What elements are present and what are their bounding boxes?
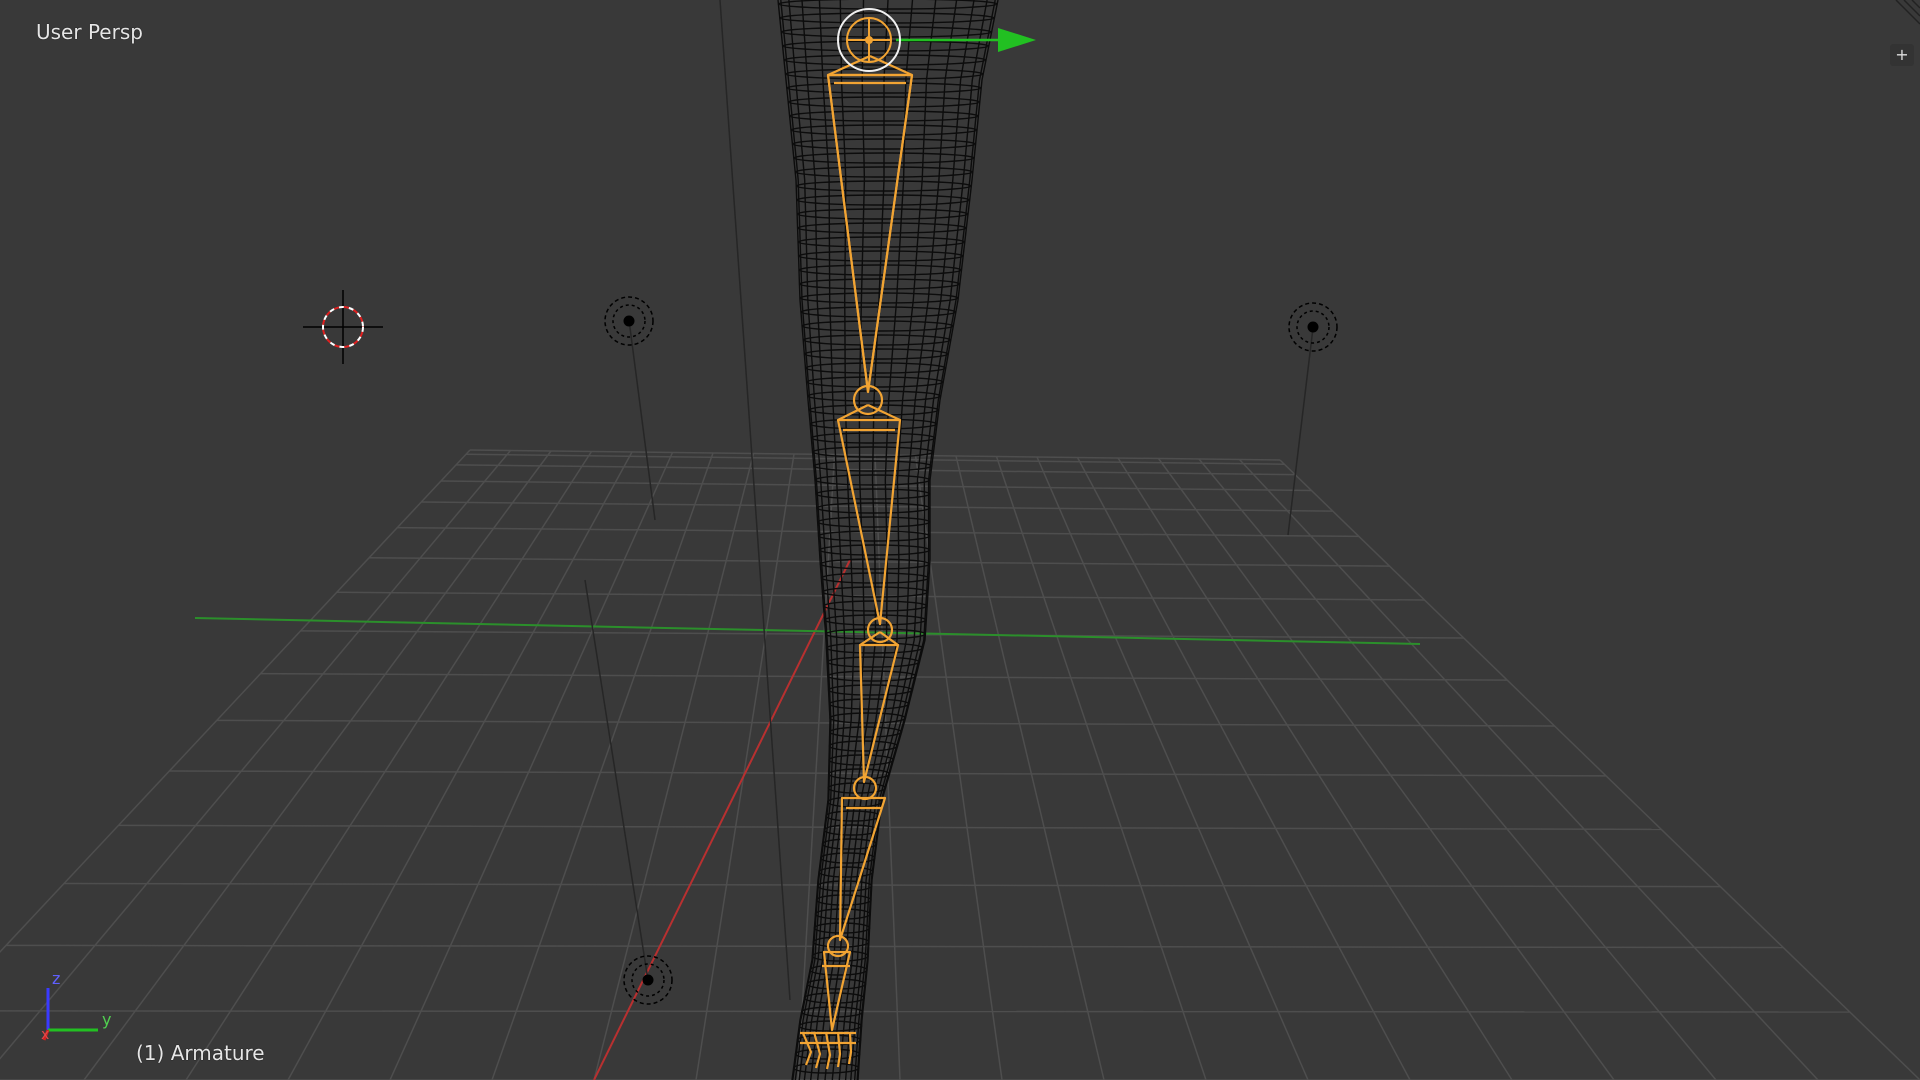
scene-canvas[interactable] — [0, 0, 1920, 1080]
grid-floor — [0, 449, 1920, 1080]
lamp-lines — [584, 0, 1314, 1001]
lamp[interactable] — [623, 955, 673, 1005]
bone-ankle[interactable] — [838, 775, 887, 942]
grid-line — [0, 1010, 1850, 1013]
grid-line — [1036, 456, 1309, 1080]
grid-line — [1076, 457, 1411, 1080]
grid-line — [593, 453, 755, 1080]
grid-line — [1198, 458, 1717, 1080]
grid-line — [0, 450, 512, 1060]
grid-line — [0, 449, 471, 953]
x-axis-line — [593, 559, 851, 1080]
transform-manipulator[interactable] — [837, 8, 1036, 72]
lamp[interactable] — [604, 296, 654, 346]
grid-line — [6, 944, 1784, 949]
grid-line — [83, 450, 552, 1080]
grid-line — [1157, 458, 1615, 1080]
grid-line — [995, 456, 1207, 1080]
grid-line — [695, 453, 795, 1080]
grid-line — [1238, 458, 1819, 1080]
lamp[interactable] — [1288, 302, 1338, 352]
grid-line — [1279, 459, 1920, 1080]
object-info-label: (1) Armature — [136, 1041, 265, 1065]
grid-line — [389, 452, 674, 1080]
grid-line — [1117, 457, 1513, 1080]
axis-x-label: x — [41, 1027, 50, 1043]
properties-toggle-button[interactable]: + — [1890, 44, 1914, 66]
area-split-corner[interactable] — [1895, 0, 1920, 25]
3d-cursor[interactable] — [303, 290, 383, 364]
view-name-label: User Persp — [36, 20, 143, 44]
3d-viewport[interactable]: User Persp (1) Armature z y x + — [0, 0, 1920, 1080]
axis-y-label: y — [102, 1010, 112, 1029]
grid-line — [955, 455, 1105, 1080]
grid-line — [287, 451, 633, 1080]
axis-z-label: z — [52, 969, 61, 988]
grid-line — [491, 452, 714, 1080]
